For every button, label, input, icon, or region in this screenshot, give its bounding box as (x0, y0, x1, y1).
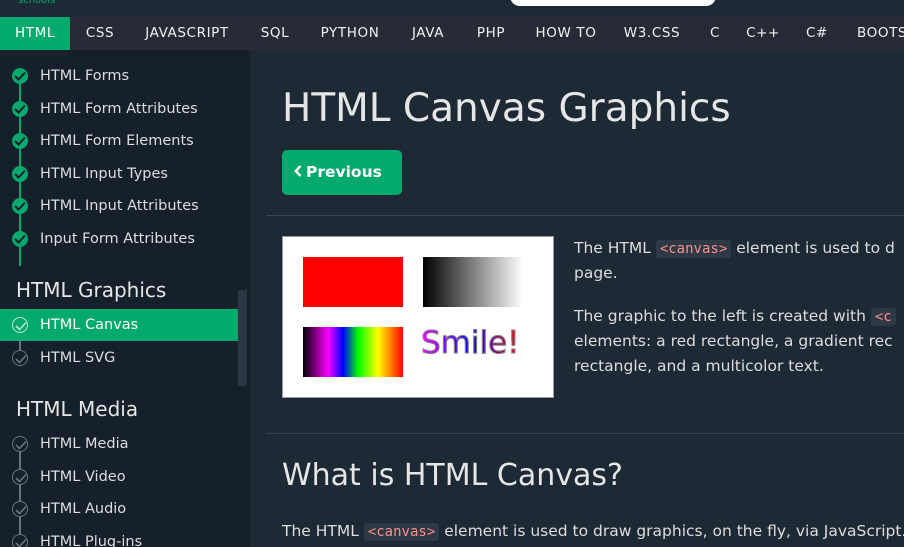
sidebar-item-html-forms[interactable]: HTML Forms (0, 60, 238, 92)
check-circle-icon (12, 166, 28, 182)
sidebar-item-label: HTML SVG (40, 350, 116, 366)
code-canvas: <canvas> (363, 523, 440, 541)
nav-python[interactable]: PYTHON (310, 17, 390, 50)
sidebar-item-html-svg[interactable]: HTML SVG (0, 342, 238, 374)
check-circle-icon (12, 101, 28, 117)
sidebar-item-label: Input Form Attributes (40, 231, 195, 247)
sidebar-scrollbar-thumb[interactable] (238, 290, 247, 386)
sidebar-item-form-attributes[interactable]: HTML Form Attributes (0, 93, 238, 125)
text: element is used to draw graphics, on the… (439, 522, 904, 540)
sidebar-heading-graphics: HTML Graphics (16, 278, 167, 302)
multicolor-text: Smile! (421, 325, 521, 362)
check-circle-icon (12, 501, 28, 517)
check-circle-icon (12, 231, 28, 247)
previous-button-label: Previous (306, 163, 382, 181)
intro-line-1: The HTML <canvas> element is used to d (574, 236, 895, 262)
sidebar-item-html-audio[interactable]: HTML Audio (0, 493, 238, 525)
nav-java[interactable]: JAVA (400, 17, 456, 50)
sidebar-item-form-elements[interactable]: HTML Form Elements (0, 125, 238, 157)
page-title: HTML Canvas Graphics (282, 86, 731, 131)
sidebar-item-label: HTML Video (40, 469, 126, 485)
sidebar-item-label: HTML Audio (40, 501, 127, 517)
divider (266, 215, 904, 216)
desc-line-3: rectangle, and a multicolor text. (574, 357, 824, 375)
canvas-demo-image: Smile! (282, 236, 554, 398)
nav-c[interactable]: C (698, 17, 732, 50)
chevron-left-icon (294, 150, 302, 195)
main-content: HTML Canvas Graphics Previous Smile! The… (250, 50, 904, 547)
code-canvas: <canvas> (655, 240, 732, 258)
desc-line-2: elements: a red rectangle, a gradient re… (574, 332, 893, 350)
sidebar-item-label: HTML Plug-ins (40, 534, 143, 547)
code-canvas: <c (870, 308, 896, 326)
nav-howto[interactable]: HOW TO (526, 17, 606, 50)
nav-javascript[interactable]: JAVASCRIPT (134, 17, 240, 50)
sidebar-item-label: HTML Input Types (40, 166, 168, 182)
nav-html[interactable]: HTML (0, 17, 70, 50)
sidebar-item-input-form-attributes[interactable]: Input Form Attributes (0, 223, 238, 255)
multicolor-rectangle (303, 327, 403, 377)
sidebar-item-label: HTML Canvas (40, 317, 139, 333)
gradient-rectangle (423, 257, 523, 307)
text: element is used to d (731, 239, 895, 257)
brand-logo-text[interactable]: schools (18, 0, 55, 6)
divider (266, 433, 904, 434)
nav-cpp[interactable]: C++ (740, 17, 786, 50)
red-rectangle (303, 257, 403, 307)
nav-w3css[interactable]: W3.CSS (616, 17, 688, 50)
check-circle-icon (12, 68, 28, 84)
sidebar-item-label: HTML Media (40, 436, 129, 452)
desc-line-1: The graphic to the left is created with … (574, 304, 896, 330)
previous-button[interactable]: Previous (282, 150, 402, 195)
sidebar-item-html-video[interactable]: HTML Video (0, 461, 238, 493)
text: The HTML (282, 522, 364, 540)
search-bar[interactable] (510, 0, 716, 6)
sidebar-item-label: HTML Forms (40, 68, 130, 84)
nav-sql[interactable]: SQL (252, 17, 298, 50)
check-circle-icon (12, 198, 28, 214)
top-strip: schools (0, 0, 904, 17)
sidebar-item-input-types[interactable]: HTML Input Types (0, 158, 238, 190)
check-circle-icon (12, 534, 28, 547)
nav-php[interactable]: PHP (466, 17, 516, 50)
nav-css[interactable]: CSS (76, 17, 124, 50)
top-nav: HTML CSS JAVASCRIPT SQL PYTHON JAVA PHP … (0, 17, 904, 50)
check-circle-icon (12, 133, 28, 149)
sidebar-item-label: HTML Form Elements (40, 133, 194, 149)
check-circle-icon (12, 317, 28, 333)
section-paragraph: The HTML <canvas> element is used to dra… (282, 519, 904, 545)
intro-line-2: page. (574, 264, 618, 282)
sidebar-item-html-media[interactable]: HTML Media (0, 428, 238, 460)
sidebar-item-html-plugins[interactable]: HTML Plug-ins (0, 526, 238, 547)
section-heading: What is HTML Canvas? (282, 458, 623, 493)
sidebar-item-label: HTML Input Attributes (40, 198, 199, 214)
sidebar-item-label: HTML Form Attributes (40, 101, 198, 117)
text: The graphic to the left is created with (574, 307, 871, 325)
sidebar-item-html-canvas[interactable]: HTML Canvas (0, 309, 238, 341)
nav-bootstrap[interactable]: BOOTSTRAP (848, 17, 904, 50)
check-circle-icon (12, 469, 28, 485)
sidebar-item-input-attributes[interactable]: HTML Input Attributes (0, 190, 238, 222)
sidebar-heading-media: HTML Media (16, 397, 139, 421)
check-circle-icon (12, 436, 28, 452)
text: The HTML (574, 239, 656, 257)
nav-csharp[interactable]: C# (796, 17, 838, 50)
check-circle-icon (12, 350, 28, 366)
sidebar: HTML Forms HTML Form Attributes HTML For… (0, 50, 250, 547)
